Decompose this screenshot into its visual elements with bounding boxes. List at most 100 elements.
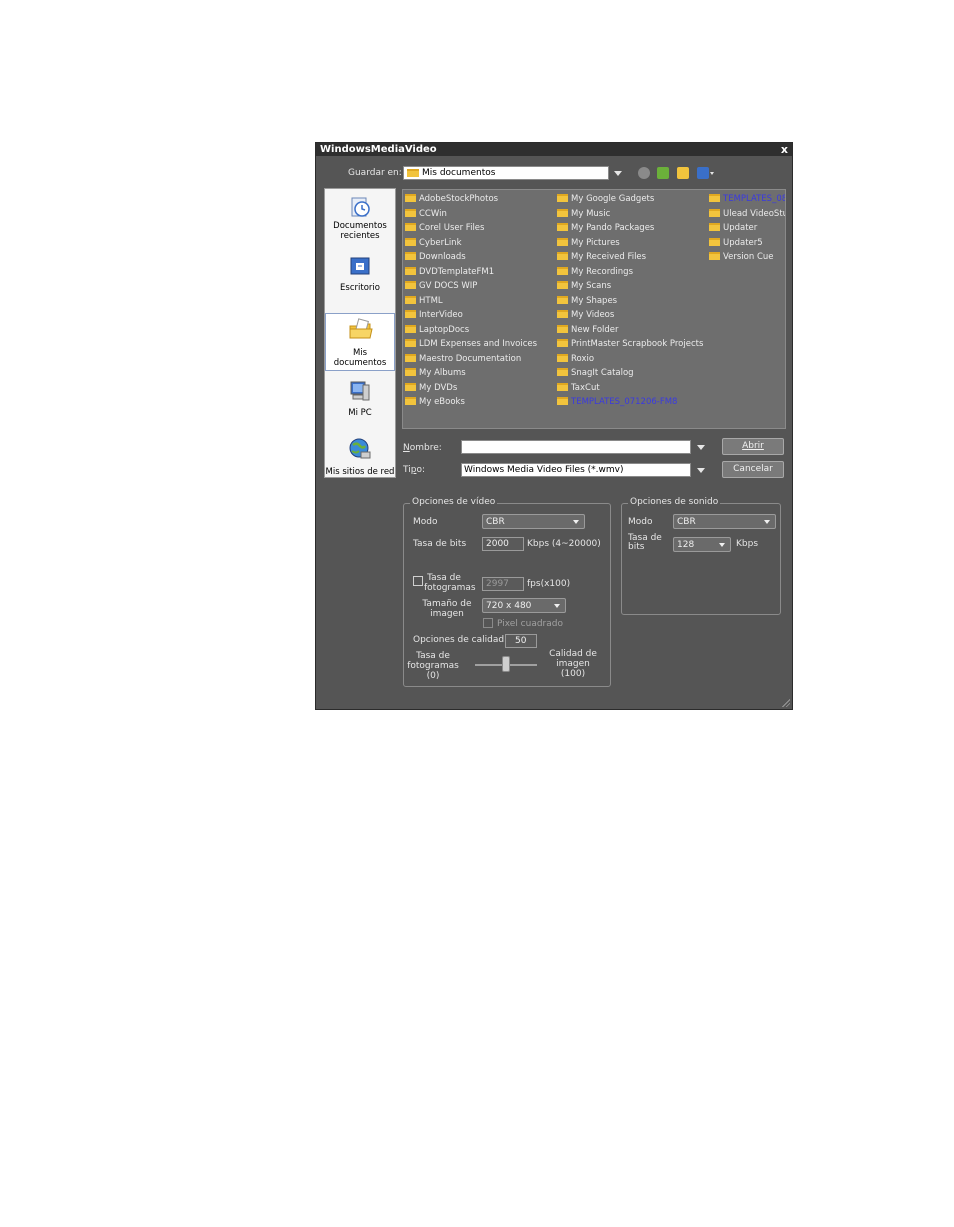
framesize-dropdown[interactable]: 720 x 480 (482, 598, 566, 613)
folder-icon (405, 397, 416, 405)
place-recent-documents[interactable]: Documentos recientes (325, 191, 395, 249)
place-label: Mis sitios de red (325, 467, 395, 477)
file-list-item[interactable]: GV DOCS WIP (405, 281, 477, 294)
filetype-dropdown-icon[interactable] (697, 468, 705, 473)
title-bar[interactable]: WindowsMediaVideo x (316, 143, 792, 156)
audio-mode-dropdown[interactable]: CBR (673, 514, 776, 529)
file-list-item[interactable]: My Albums (405, 368, 466, 381)
place-label: Mi PC (348, 408, 372, 418)
file-name: Maestro Documentation (419, 353, 522, 364)
file-list-item[interactable]: My eBooks (405, 397, 465, 410)
back-icon[interactable] (638, 167, 650, 179)
save-in-label: Guardar en: (348, 168, 402, 178)
framerate-checkbox[interactable] (413, 576, 423, 586)
file-list-item[interactable]: SnagIt Catalog (557, 368, 634, 381)
folder-icon (557, 266, 568, 275)
folder-icon (709, 223, 720, 231)
file-list-item[interactable]: My Music (557, 208, 610, 222)
location-dropdown-icon[interactable] (614, 171, 622, 176)
folder-icon (557, 295, 568, 304)
file-list-item[interactable]: My Recordings (557, 266, 634, 280)
filetype-select[interactable]: Windows Media Video Files (*.wmv) (461, 463, 691, 477)
file-list-item[interactable]: TEMPLATES_08 (709, 194, 785, 207)
file-list-item[interactable]: LaptopDocs (405, 324, 469, 338)
file-list-item[interactable]: Version Cue (709, 252, 774, 265)
audio-bitrate-dropdown[interactable]: 128 (673, 537, 731, 552)
my-computer-icon (350, 381, 370, 401)
file-list-item[interactable]: Roxio (557, 353, 594, 367)
resize-grip[interactable] (781, 698, 790, 707)
folder-icon (405, 353, 416, 362)
location-combo[interactable]: Mis documentos (403, 166, 609, 180)
folder-icon (557, 208, 568, 217)
folder-icon (405, 252, 416, 260)
file-name: Downloads (419, 252, 466, 262)
file-list-item[interactable]: My Google Gadgets (557, 194, 654, 207)
file-list-item[interactable]: PrintMaster Scrapbook Projects (557, 339, 703, 352)
save-button[interactable]: Abrir (722, 438, 784, 455)
chevron-down-icon (719, 543, 725, 547)
dialog-title: WindowsMediaVideo (320, 144, 437, 155)
file-list-item[interactable]: CCWin (405, 208, 447, 222)
file-list-item[interactable]: Downloads (405, 252, 466, 265)
file-list-item[interactable]: TaxCut (557, 382, 600, 396)
file-list-item[interactable]: AdobeStockPhotos (405, 194, 498, 207)
file-list-item[interactable]: DVDTemplateFM1 (405, 266, 494, 280)
file-name: CyberLink (419, 237, 462, 248)
file-list-item[interactable]: My Videos (557, 310, 614, 323)
video-bitrate-input[interactable]: 2000 (482, 537, 524, 551)
file-name: My Recordings (571, 266, 634, 277)
video-bitrate-unit: Kbps (4~20000) (527, 539, 601, 549)
slider-right-label-3: (100) (560, 669, 586, 679)
file-list-item[interactable]: CyberLink (405, 237, 462, 251)
file-list[interactable]: AdobeStockPhotos CCWin Corel User Files Cyb… (402, 189, 786, 429)
filename-input[interactable] (461, 440, 691, 454)
video-bitrate-label: Tasa de bits (413, 539, 467, 549)
place-my-computer[interactable]: Mi PC (325, 375, 395, 433)
file-name: My Pando Packages (571, 223, 655, 233)
file-name: Ulead VideoStu (723, 208, 786, 219)
view-dropdown-icon[interactable] (710, 172, 714, 175)
file-list-item[interactable]: LDM Expenses and Invoices (405, 339, 537, 352)
file-list-item[interactable]: New Folder (557, 324, 619, 338)
folder-icon (405, 310, 416, 318)
close-button[interactable]: x (781, 143, 788, 156)
recent-documents-icon (351, 197, 370, 217)
file-list-item[interactable]: My Shapes (557, 295, 617, 309)
new-folder-icon[interactable] (677, 167, 689, 179)
file-list-item[interactable]: My Pando Packages (557, 223, 654, 236)
file-list-item[interactable]: Updater (709, 223, 757, 236)
slider-right-label-2: imagen (556, 659, 590, 669)
file-list-item[interactable]: Maestro Documentation (405, 353, 522, 367)
file-list-item[interactable]: My Pictures (557, 237, 620, 251)
file-list-item[interactable]: My Received Files (557, 252, 646, 265)
file-list-item[interactable]: Corel User Files (405, 223, 484, 236)
file-list-item[interactable]: HTML (405, 295, 443, 309)
folder-icon (405, 382, 416, 391)
file-list-item[interactable]: My DVDs (405, 382, 457, 396)
file-name: Corel User Files (419, 223, 485, 233)
file-list-item[interactable]: TEMPLATES_071206-FM8 (557, 397, 677, 410)
location-value: Mis documentos (422, 168, 496, 178)
video-mode-dropdown[interactable]: CBR (482, 514, 585, 529)
audio-bitrate-unit: Kbps (736, 539, 759, 549)
file-list-item[interactable]: My Scans (557, 281, 611, 294)
filename-dropdown-icon[interactable] (697, 445, 705, 450)
view-menu-icon[interactable] (697, 167, 709, 179)
framerate-input[interactable]: 2997 (482, 577, 524, 591)
quality-input[interactable]: 50 (505, 634, 537, 648)
file-list-item[interactable]: Ulead VideoStu (709, 208, 786, 222)
file-list-item[interactable]: InterVideo (405, 310, 463, 323)
square-pixel-checkbox[interactable] (483, 618, 493, 628)
file-name: SnagIt Catalog (571, 368, 634, 378)
cancel-button[interactable]: Cancelar (722, 461, 784, 478)
up-folder-icon[interactable] (657, 167, 669, 179)
file-list-item[interactable]: Updater5 (709, 237, 763, 251)
place-desktop[interactable]: Escritorio (325, 251, 395, 309)
quality-slider-thumb[interactable] (502, 656, 510, 672)
framesize-label-1: Tamaño de (422, 599, 472, 609)
file-name: My Scans (571, 281, 612, 291)
place-my-documents[interactable]: Mis documentos (325, 313, 395, 371)
folder-icon (407, 169, 419, 177)
place-network[interactable]: Mis sitios de red (325, 433, 395, 491)
